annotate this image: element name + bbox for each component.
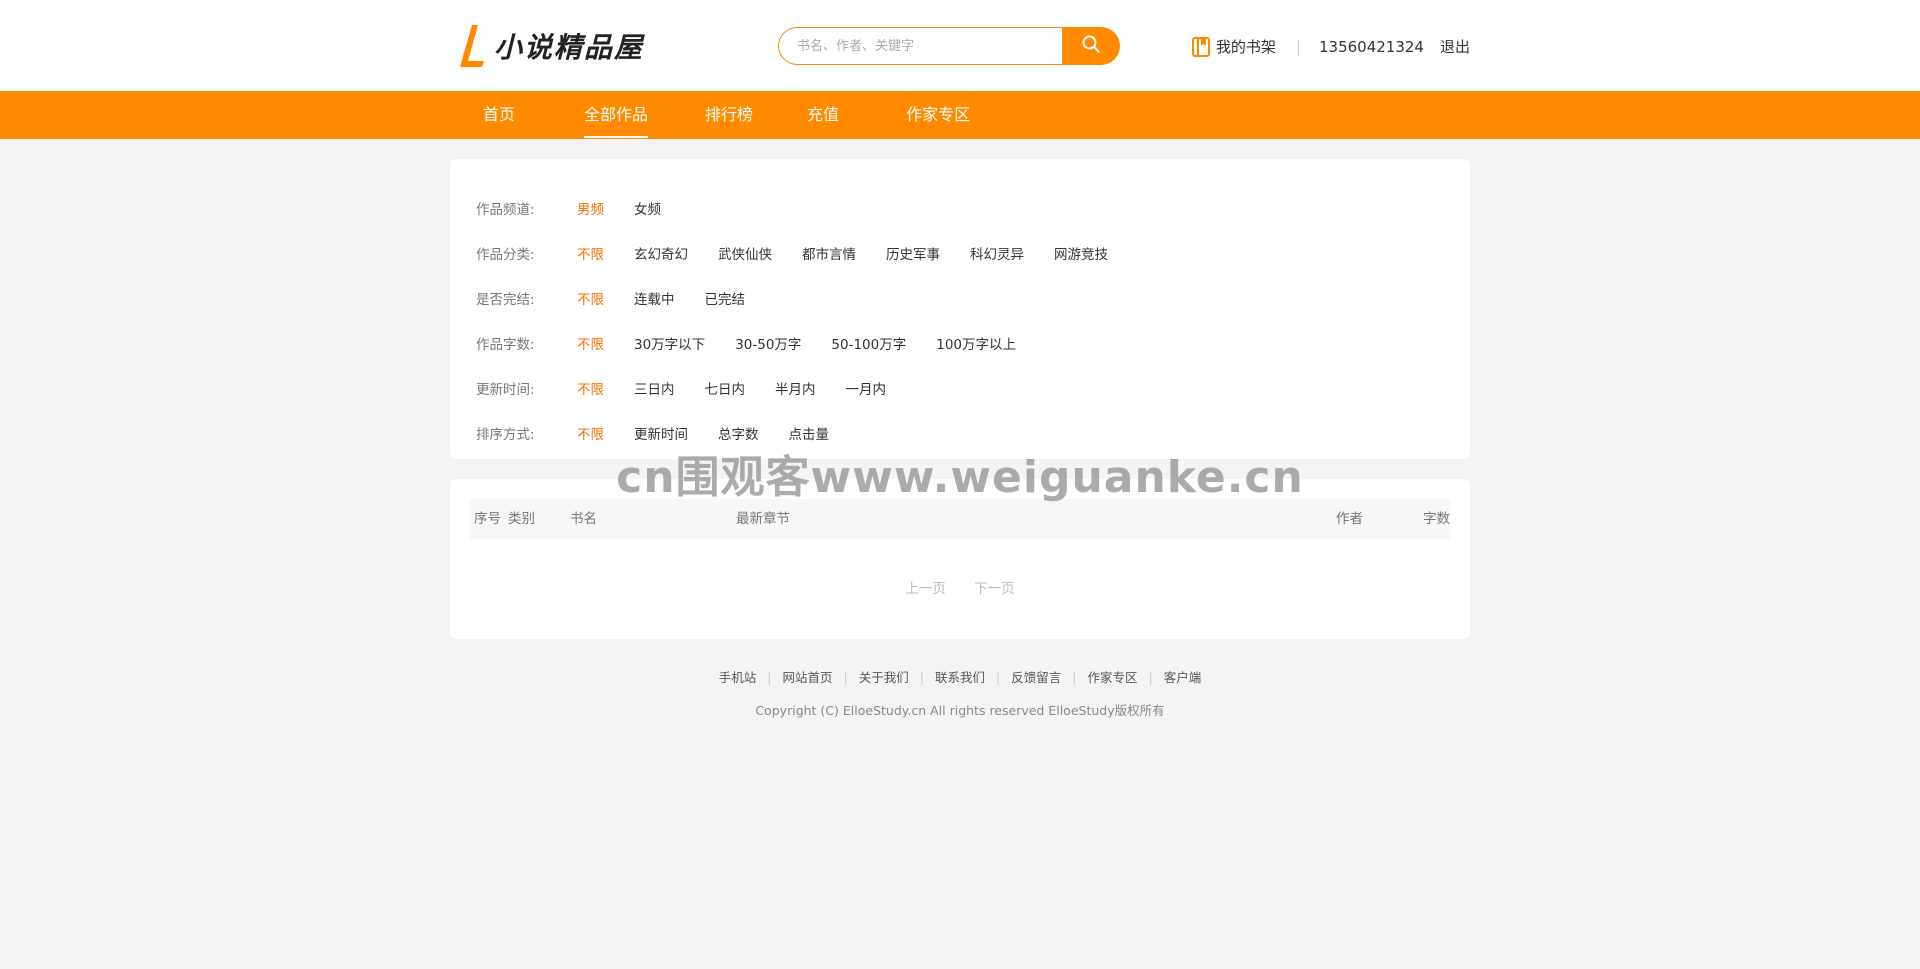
filter-label: 作品字数: — [476, 336, 535, 353]
bookshelf-icon — [1191, 36, 1210, 57]
filter-panel: 作品频道: 男频 女频作品分类: 不限 玄幻奇幻 武侠仙侠 都市言情 历史军事 科幻灵异 网游竞技… — [450, 159, 1470, 459]
next-page-button[interactable]: 下一页 — [974, 581, 1015, 597]
filter-option[interactable]: 不限 — [577, 288, 604, 308]
column-author: 作者 — [1336, 511, 1363, 527]
filter-label: 作品频道: — [476, 201, 535, 218]
nav-item-2[interactable]: 排行榜 — [705, 91, 753, 139]
filter-option[interactable]: 100万字以上 — [936, 333, 1016, 353]
filter-option[interactable]: 三日内 — [634, 378, 675, 398]
filter-row: 是否完结: 不限 连载中 已完结 — [476, 275, 1444, 320]
filter-option[interactable]: 七日内 — [705, 378, 746, 398]
bookshelf-label: 我的书架 — [1215, 38, 1276, 56]
column-category: 类别 — [508, 511, 535, 527]
filter-option[interactable]: 历史军事 — [886, 243, 940, 263]
footer-links: 手机站 | 网站首页 | 关于我们 | 联系我们 | 反馈留言 | 作家专区 | 客户端 — [0, 667, 1920, 686]
filter-label: 是否完结: — [476, 291, 535, 308]
filter-row: 排序方式: 不限 更新时间 总字数 点击量 — [476, 410, 1444, 455]
header-separator: | — [1295, 37, 1301, 56]
filter-option[interactable]: 不限 — [577, 333, 604, 353]
filter-option[interactable]: 科幻灵异 — [970, 243, 1024, 263]
footer-separator: | — [1148, 670, 1153, 685]
nav-item-1[interactable]: 全部作品 — [584, 91, 649, 139]
main-nav: 首页 全部作品 排行榜 充值 作家专区 — [0, 91, 1920, 139]
nav-item-0[interactable]: 首页 — [483, 91, 515, 139]
filter-option[interactable]: 武侠仙侠 — [718, 243, 772, 263]
filter-row: 作品字数: 不限 30万字以下 30-50万字 50-100万字 100万字以上 — [476, 320, 1444, 365]
search-bar — [778, 27, 1120, 65]
nav-item-3[interactable]: 充值 — [807, 91, 839, 139]
bookshelf-link[interactable]: 我的书架 — [1191, 36, 1276, 57]
filter-option[interactable]: 一月内 — [846, 378, 887, 398]
filter-option[interactable]: 总字数 — [718, 423, 759, 443]
footer-link[interactable]: 客户端 — [1164, 670, 1202, 685]
filter-row: 作品频道: 男频 女频 — [476, 185, 1444, 230]
filter-row: 作品分类: 不限 玄幻奇幻 武侠仙侠 都市言情 历史军事 科幻灵异 网游竞技 — [476, 230, 1444, 275]
filter-option[interactable]: 男频 — [577, 198, 604, 218]
search-button[interactable] — [1062, 27, 1120, 65]
filter-option[interactable]: 网游竞技 — [1054, 243, 1108, 263]
footer-link[interactable]: 手机站 — [719, 670, 757, 685]
column-latest-chapter: 最新章节 — [736, 511, 790, 527]
footer-separator: | — [843, 670, 848, 685]
pagination: 上一页 下一页 — [450, 577, 1470, 597]
top-header: 小说精品屋 我的书架 | 13560421324 退出 — [0, 0, 1920, 91]
filter-row: 更新时间: 不限 三日内 七日内 半月内 一月内 — [476, 365, 1444, 410]
footer-link[interactable]: 网站首页 — [783, 670, 833, 685]
logo-text: 小说精品屋 — [494, 31, 645, 64]
filter-option[interactable]: 不限 — [577, 378, 604, 398]
footer-link[interactable]: 作家专区 — [1087, 670, 1137, 685]
footer: 手机站 | 网站首页 | 关于我们 | 联系我们 | 反馈留言 | 作家专区 | 客户端 Copyrig… — [0, 667, 1920, 719]
filter-option[interactable]: 更新时间 — [634, 423, 688, 443]
site-logo[interactable]: 小说精品屋 — [460, 24, 644, 68]
filter-option[interactable]: 半月内 — [775, 378, 816, 398]
filter-label: 排序方式: — [476, 426, 535, 443]
filter-option[interactable]: 玄幻奇幻 — [634, 243, 688, 263]
filter-label: 作品分类: — [476, 246, 535, 263]
logout-link[interactable]: 退出 — [1440, 36, 1470, 57]
footer-link[interactable]: 关于我们 — [859, 670, 909, 685]
filter-option[interactable]: 都市言情 — [802, 243, 856, 263]
footer-separator: | — [1072, 670, 1077, 685]
filter-option[interactable]: 30万字以下 — [634, 333, 705, 353]
nav-item-4[interactable]: 作家专区 — [906, 91, 970, 139]
user-area: 我的书架 | 13560421324 退出 — [1191, 36, 1470, 57]
column-index: 序号 — [474, 511, 501, 527]
search-input[interactable] — [778, 27, 1062, 65]
search-icon — [1082, 35, 1100, 57]
table-header: 序号 类别 书名 最新章节 作者 字数 — [470, 499, 1450, 539]
filter-option[interactable]: 不限 — [577, 243, 604, 263]
filter-option[interactable]: 50-100万字 — [831, 333, 906, 353]
filter-option[interactable]: 不限 — [577, 423, 604, 443]
prev-page-button[interactable]: 上一页 — [905, 581, 946, 597]
filter-option[interactable]: 连载中 — [634, 288, 675, 308]
filter-label: 更新时间: — [476, 381, 535, 398]
footer-separator: | — [919, 670, 924, 685]
footer-separator: | — [767, 670, 772, 685]
filter-option[interactable]: 女频 — [634, 198, 661, 218]
logo-mark-icon — [460, 25, 484, 67]
filter-option[interactable]: 已完结 — [705, 288, 746, 308]
filter-option[interactable]: 点击量 — [789, 423, 830, 443]
footer-link[interactable]: 联系我们 — [935, 670, 985, 685]
copyright: Copyright (C) ElloeStudy.cn All rights r… — [755, 703, 1165, 718]
footer-link[interactable]: 反馈留言 — [1011, 670, 1061, 685]
book-list-panel: 序号 类别 书名 最新章节 作者 字数 上一页 下一页 — [450, 479, 1470, 639]
column-word-count: 字数 — [1423, 511, 1450, 527]
filter-option[interactable]: 30-50万字 — [735, 333, 801, 353]
column-title: 书名 — [570, 511, 597, 527]
footer-separator: | — [996, 670, 1001, 685]
user-phone[interactable]: 13560421324 — [1319, 38, 1424, 56]
